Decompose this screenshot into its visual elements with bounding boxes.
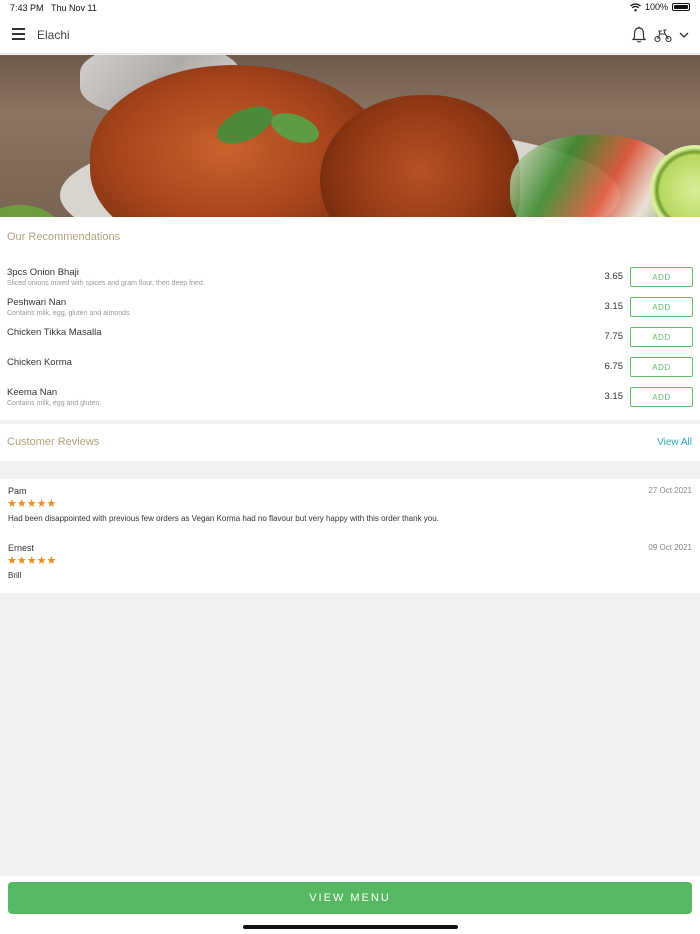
battery-icon	[672, 3, 690, 11]
item-desc: Sliced onions mixed with spices and gram…	[7, 280, 205, 287]
scooter-icon[interactable]	[654, 27, 672, 43]
star-rating: ★★★★★	[7, 498, 57, 510]
review-author: Ernest	[8, 543, 35, 553]
add-button[interactable]: ADD	[630, 357, 693, 377]
top-nav: Elachi	[0, 16, 700, 54]
hero-image	[0, 55, 700, 217]
bell-icon[interactable]	[631, 26, 647, 44]
add-button[interactable]: ADD	[630, 327, 693, 347]
status-date: Thu Nov 11	[51, 3, 97, 13]
item-name: 3pcs Onion Bhaji	[7, 267, 79, 278]
reviews-header: Customer Reviews View All	[0, 424, 700, 461]
add-button[interactable]: ADD	[630, 297, 693, 317]
list-item: Peshwari Nan Contains milk, egg, gluten …	[0, 297, 700, 327]
item-price: 3.65	[604, 271, 624, 282]
item-price: 6.75	[604, 361, 624, 372]
recommendations-section: Our Recommendations 3pcs Onion Bhaji Sli…	[0, 217, 700, 420]
review-date: 09 Oct 2021	[648, 543, 692, 552]
item-name: Chicken Korma	[7, 357, 72, 368]
chevron-down-icon[interactable]	[678, 29, 690, 41]
bottom-bar: VIEW MENU	[0, 876, 700, 934]
item-price: 7.75	[604, 331, 624, 342]
battery-percent: 100%	[644, 2, 668, 12]
add-button[interactable]: ADD	[630, 387, 693, 407]
wifi-icon	[630, 2, 641, 11]
item-price: 3.15	[604, 301, 624, 312]
item-name: Peshwari Nan	[7, 297, 67, 308]
review-date: 27 Oct 2021	[648, 486, 692, 495]
review-text: Brill	[8, 571, 22, 580]
item-desc: Contains milk, egg and gluten.	[7, 400, 102, 407]
restaurant-title: Elachi	[37, 28, 70, 42]
item-name: Keema Nan	[7, 387, 58, 398]
add-button[interactable]: ADD	[630, 267, 693, 287]
list-item: Chicken Tikka Masalla 7.75 ADD	[0, 327, 700, 357]
view-menu-button[interactable]: VIEW MENU	[8, 882, 692, 914]
reviews-title: Customer Reviews	[7, 436, 100, 448]
recommendations-title: Our Recommendations	[7, 231, 121, 243]
star-rating: ★★★★★	[7, 555, 57, 567]
review-item: Ernest 09 Oct 2021 ★★★★★ Brill	[0, 543, 700, 593]
menu-icon[interactable]	[12, 28, 25, 40]
item-name: Chicken Tikka Masalla	[7, 327, 102, 338]
list-item: Keema Nan Contains milk, egg and gluten.…	[0, 387, 700, 417]
review-item: Pam 27 Oct 2021 ★★★★★ Had been disappoin…	[0, 486, 700, 536]
list-item: 3pcs Onion Bhaji Sliced onions mixed wit…	[0, 267, 700, 297]
item-price: 3.15	[604, 391, 624, 402]
status-time: 7:43 PM	[10, 3, 44, 13]
list-item: Chicken Korma 6.75 ADD	[0, 357, 700, 387]
status-right: 100%	[630, 2, 690, 12]
home-indicator[interactable]	[243, 925, 458, 929]
reviews-list: Pam 27 Oct 2021 ★★★★★ Had been disappoin…	[0, 479, 700, 593]
view-all-link[interactable]: View All	[657, 437, 692, 448]
status-bar: 7:43 PM Thu Nov 11 100%	[0, 0, 700, 16]
item-desc: Contains milk, egg, gluten and almonds	[7, 310, 130, 317]
review-author: Pam	[8, 486, 27, 496]
review-text: Had been disappointed with previous few …	[8, 514, 439, 523]
